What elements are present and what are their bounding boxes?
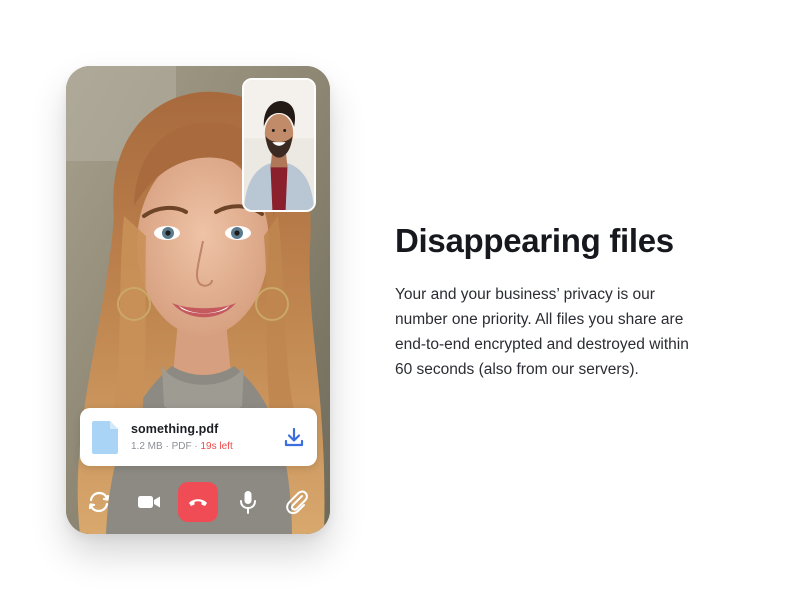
paperclip-icon	[286, 490, 308, 514]
file-name: something.pdf	[131, 422, 219, 436]
rotate-icon	[88, 491, 110, 513]
file-meta: 1.2 MB · PDF · 19s left	[131, 441, 233, 452]
attach-file-button[interactable]	[284, 490, 310, 514]
phone-hangup-icon	[189, 499, 207, 506]
download-icon[interactable]	[283, 426, 305, 448]
microphone-button[interactable]	[235, 490, 261, 514]
video-camera-icon	[138, 496, 160, 508]
file-type: PDF	[171, 441, 192, 452]
document-icon	[92, 421, 118, 454]
switch-camera-button[interactable]	[86, 490, 112, 514]
video-toggle-button[interactable]	[136, 490, 162, 514]
expiry-timer: 19s left	[200, 441, 233, 452]
file-size: 1.2 MB	[131, 441, 163, 452]
meta-separator: ·	[165, 441, 169, 452]
meta-separator: ·	[194, 441, 198, 452]
description-line: Your and your business’ privacy is our	[395, 286, 655, 303]
call-controls	[66, 480, 330, 524]
feature-description: Your and your business’ privacy is our n…	[395, 282, 745, 382]
description-line: number one priority. All files you share…	[395, 311, 684, 328]
pip-video-feed[interactable]	[242, 78, 316, 212]
microphone-icon	[240, 491, 256, 514]
feature-title: Disappearing files	[395, 222, 674, 259]
page: something.pdf 1.2 MB · PDF · 19s left Di…	[0, 0, 799, 600]
description-line: 60 seconds (also from our servers).	[395, 361, 639, 378]
description-line: end-to-end encrypted and destroyed withi…	[395, 336, 689, 353]
shared-file-card[interactable]: something.pdf 1.2 MB · PDF · 19s left	[80, 408, 317, 466]
end-call-button[interactable]	[178, 482, 218, 522]
pip-participant-image	[244, 80, 314, 210]
